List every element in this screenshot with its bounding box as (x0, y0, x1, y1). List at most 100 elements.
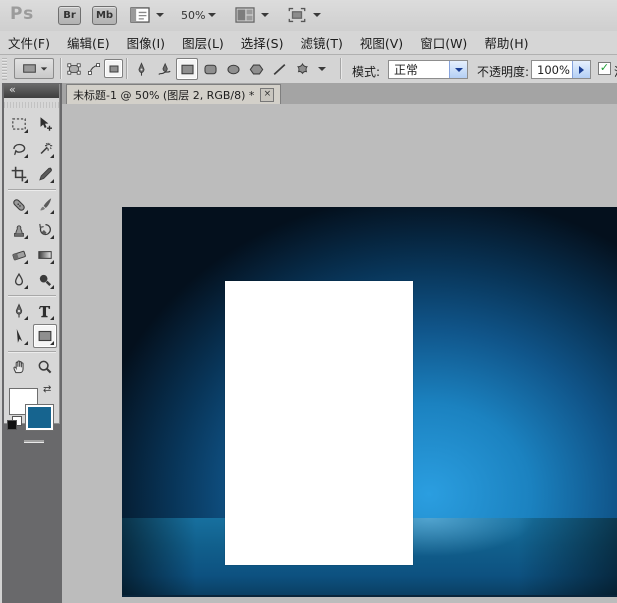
panel-resize-handle[interactable] (24, 440, 44, 442)
opacity-slider-button[interactable] (572, 61, 590, 78)
tool-row (7, 299, 57, 323)
tool-preset-icon (21, 60, 38, 77)
lasso-tool[interactable] (7, 137, 31, 161)
rectangular-marquee-tool[interactable] (7, 112, 31, 136)
tool-options-bar: 模式: 正常 不透明度: 100% ✓ 消 (0, 55, 617, 84)
drawing-mode-shape-layers-button[interactable] (64, 59, 83, 78)
dodge-tool[interactable] (33, 268, 57, 292)
opacity-field[interactable]: 100% (531, 60, 591, 79)
tool-row (7, 243, 57, 267)
document-tab-title: 未标题-1 @ 50% (图层 2, RGB/8) * (73, 88, 255, 102)
default-colors-icon[interactable] (7, 416, 22, 430)
work-area (62, 104, 617, 603)
white-rectangle-shape (225, 281, 413, 565)
options-rectangle-tool-button[interactable] (176, 58, 198, 80)
close-icon[interactable]: × (260, 87, 275, 102)
eyedropper-tool[interactable] (33, 162, 57, 186)
options-polygon-tool-button[interactable] (245, 58, 267, 80)
options-custom-shape-tool-button[interactable] (291, 58, 313, 80)
rectangle-tool[interactable] (33, 324, 57, 348)
path-selection-tool[interactable] (7, 324, 31, 348)
menu-item-select[interactable]: 选择(S) (241, 33, 284, 52)
shape-options-caret[interactable] (318, 67, 326, 71)
crop-tool[interactable] (7, 162, 31, 186)
tool-row (7, 268, 57, 292)
tool-row (7, 324, 57, 348)
tool-grid (7, 112, 57, 380)
pen-tool[interactable] (7, 299, 31, 323)
tool-row (7, 218, 57, 242)
type-tool[interactable] (33, 299, 57, 323)
options-separator (126, 58, 127, 79)
history-brush-tool[interactable] (33, 218, 57, 242)
drawing-mode-paths-button[interactable] (84, 59, 103, 78)
tool-group-divider (8, 351, 56, 352)
blend-mode-value: 正常 (394, 63, 419, 77)
photoshop-logo: Ps (10, 4, 35, 24)
options-line-tool-button[interactable] (268, 58, 290, 80)
collapse-panel-button[interactable]: « (4, 84, 59, 98)
antialias-checkbox[interactable]: ✓ (598, 62, 611, 75)
healing-brush-tool[interactable] (7, 193, 31, 217)
tools-panel-grip[interactable] (4, 100, 59, 110)
zoom-level-field[interactable]: 50% (181, 9, 205, 22)
menu-item-edit[interactable]: 编辑(E) (67, 33, 110, 52)
bridge-button[interactable]: Br (58, 6, 81, 25)
tools-dock: « ⇄ (0, 83, 62, 603)
document-tab[interactable]: 未标题-1 @ 50% (图层 2, RGB/8) * × (66, 84, 282, 104)
tool-preset-picker[interactable] (14, 58, 54, 79)
move-tool[interactable] (33, 112, 57, 136)
options-separator (60, 58, 61, 79)
options-rounded-rectangle-tool-button[interactable] (199, 58, 221, 80)
menu-item-layer[interactable]: 图层(L) (182, 33, 224, 52)
swap-colors-icon[interactable]: ⇄ (43, 384, 51, 395)
document-canvas[interactable] (122, 207, 617, 597)
tool-group-divider (8, 295, 56, 296)
workspace-icon[interactable] (129, 6, 151, 24)
zoom-dropdown-caret[interactable] (208, 13, 216, 17)
menu-item-window[interactable]: 窗口(W) (420, 33, 467, 52)
menu-item-image[interactable]: 图像(I) (127, 33, 165, 52)
background-color-swatch[interactable] (25, 404, 54, 431)
document-tab-bar: 未标题-1 @ 50% (图层 2, RGB/8) * × (62, 83, 617, 105)
menu-item-help[interactable]: 帮助(H) (484, 33, 528, 52)
options-ellipse-tool-button[interactable] (222, 58, 244, 80)
screen-mode-icon[interactable] (286, 6, 308, 24)
gradient-tool[interactable] (33, 243, 57, 267)
menu-item-filter[interactable]: 滤镜(T) (300, 33, 342, 52)
tools-panel: « ⇄ (4, 84, 60, 442)
blur-tool[interactable] (7, 268, 31, 292)
tool-row (7, 193, 57, 217)
hand-tool[interactable] (7, 355, 31, 379)
tool-row (7, 355, 57, 379)
application-bar: Ps Br Mb 50% (0, 0, 617, 32)
photoshop-window: Ps Br Mb 50% 文件(F) 编辑(E) 图像(I) 图层(L) 选择(S) 滤镜… (0, 0, 617, 603)
screen-mode-dropdown-caret[interactable] (313, 13, 321, 17)
drawing-mode-fill-pixels-button[interactable] (104, 59, 123, 78)
zoom-tool[interactable] (33, 355, 57, 379)
tool-preset-caret (40, 66, 47, 71)
arrange-dropdown-caret[interactable] (261, 13, 269, 17)
workspace-dropdown-caret[interactable] (156, 13, 164, 17)
options-bar-grip[interactable] (2, 58, 7, 80)
opacity-value: 100% (537, 62, 570, 77)
tool-row (7, 162, 57, 186)
tool-row (7, 112, 57, 136)
mini-bridge-button[interactable]: Mb (92, 6, 117, 25)
menu-item-file[interactable]: 文件(F) (8, 33, 50, 52)
blend-mode-select[interactable]: 正常 (388, 60, 468, 79)
mode-label: 模式: (352, 65, 381, 79)
clone-stamp-tool[interactable] (7, 218, 31, 242)
options-freeform-pen-tool-button[interactable] (153, 58, 175, 80)
tool-row (7, 137, 57, 161)
options-separator (340, 58, 341, 79)
eraser-tool[interactable] (7, 243, 31, 267)
menu-item-view[interactable]: 视图(V) (360, 33, 403, 52)
blend-mode-dropdown-button[interactable] (449, 61, 467, 78)
arrange-documents-icon[interactable] (234, 6, 256, 24)
opacity-label: 不透明度: (477, 65, 530, 79)
options-pen-tool-button[interactable] (130, 58, 152, 80)
tool-group-divider (8, 189, 56, 190)
brush-tool[interactable] (33, 193, 57, 217)
magic-wand-tool[interactable] (33, 137, 57, 161)
